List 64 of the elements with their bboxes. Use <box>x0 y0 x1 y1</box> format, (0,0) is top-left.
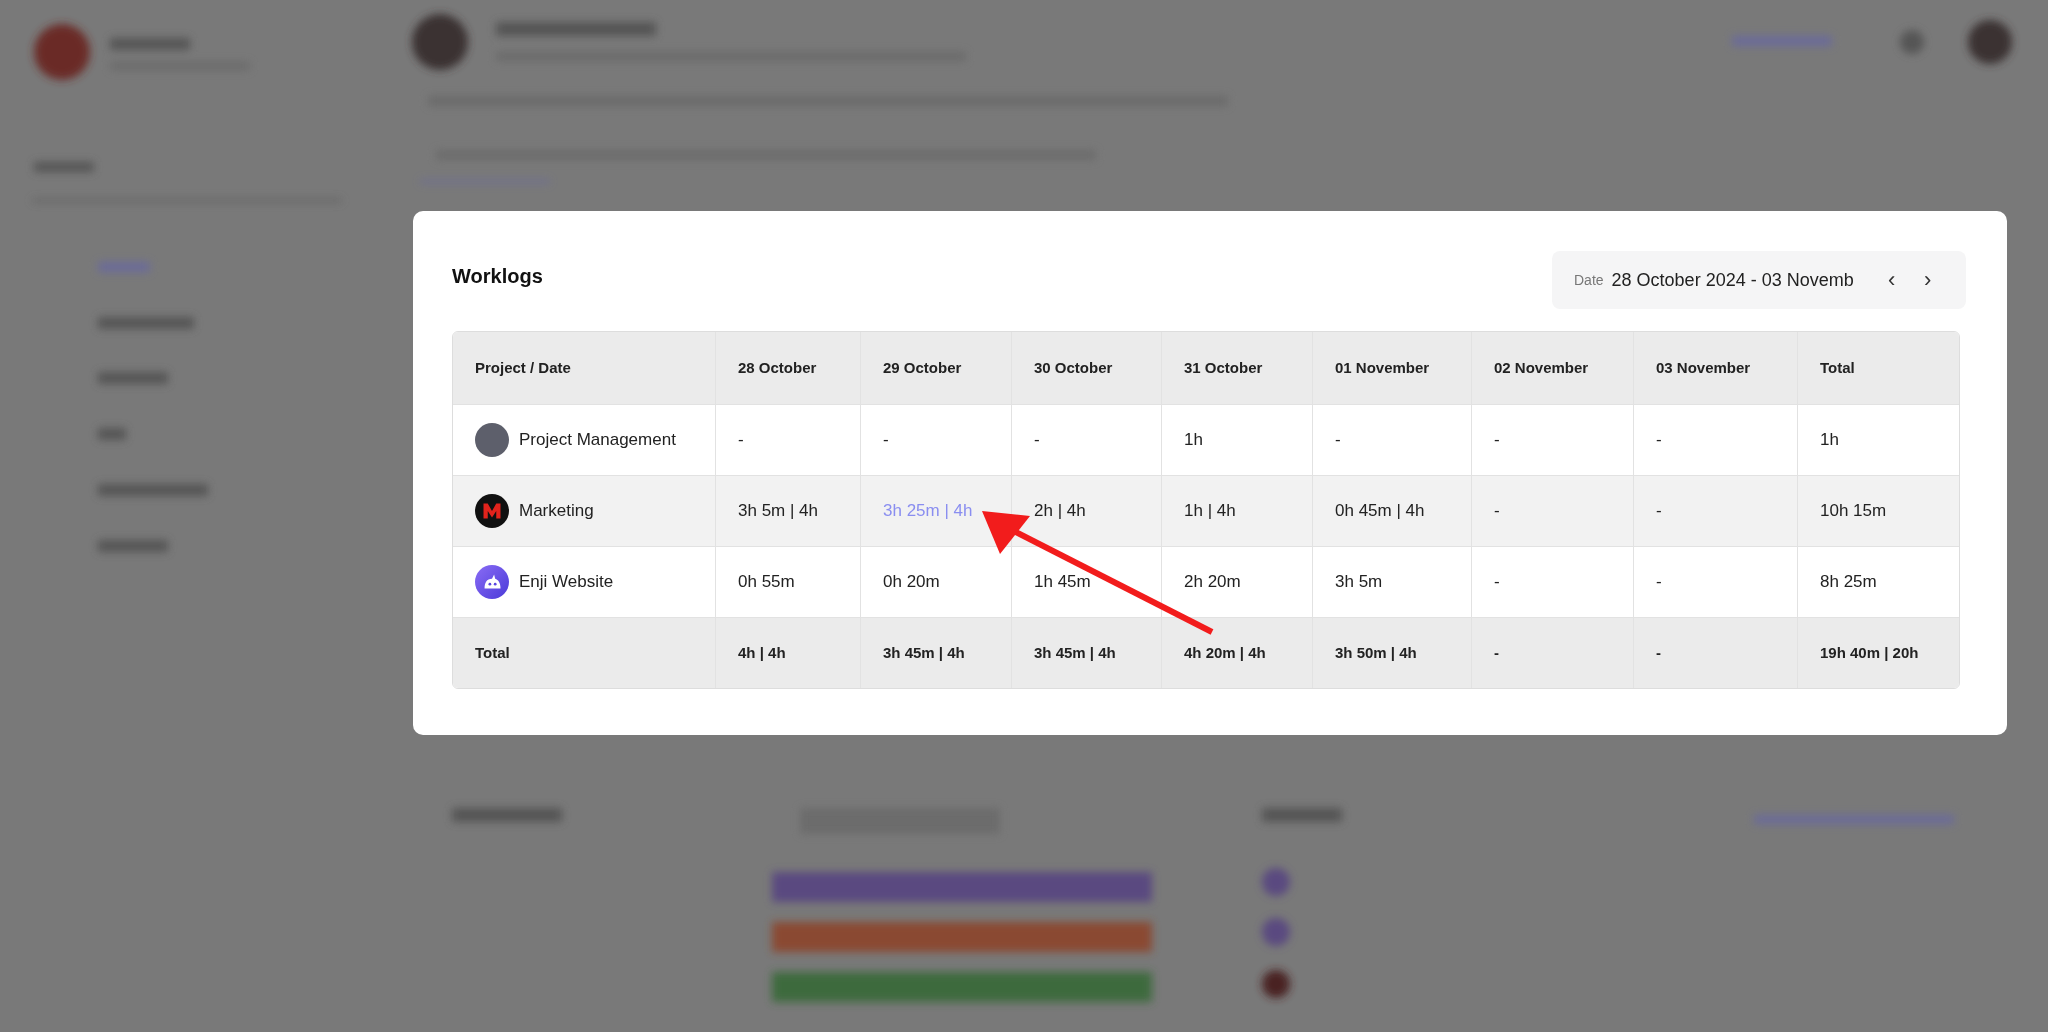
time-value: - <box>738 429 744 449</box>
table-row[interactable]: Marketing 3h 5m | 4h 3h 25m | 4h 2h | 4h 1h | 4h 0h 45m | 4h - - 10h 15m <box>453 475 1959 546</box>
blurred-avatar <box>1968 20 2012 64</box>
time-value: 2h 20m <box>1184 571 1241 591</box>
time-value: - <box>1656 429 1662 449</box>
project-name: Enji Website <box>519 571 614 592</box>
time-value: 1h 45m <box>1034 571 1091 591</box>
avatar-photo-placeholder <box>475 422 509 457</box>
time-value: 1h <box>1184 429 1203 449</box>
time-value: - <box>1656 571 1662 591</box>
time-value: 10h 15m <box>1820 500 1887 520</box>
total-value: 3h 45m | 4h <box>883 644 965 662</box>
total-value: 4h | 4h <box>738 644 786 662</box>
next-button[interactable]: › <box>1909 262 1946 298</box>
column-header: 29 October <box>860 332 1012 404</box>
column-header: 03 November <box>1633 332 1798 404</box>
column-header: 31 October <box>1161 332 1313 404</box>
time-value: 8h 25m <box>1820 571 1877 591</box>
cat-logo-icon <box>475 564 509 599</box>
time-value: - <box>1335 429 1341 449</box>
blurred-avatar <box>1262 868 1290 896</box>
table-row[interactable]: Project Management - - - 1h - - - 1h <box>453 404 1959 475</box>
date-range-field[interactable]: Date 28 October 2024 - 03 Novemb ‹ › <box>1552 251 1966 309</box>
total-value: 19h 40m | 20h <box>1820 644 1919 662</box>
project-name: Marketing <box>519 500 594 521</box>
time-value: - <box>1034 429 1040 449</box>
blurred-avatar <box>1262 918 1290 946</box>
time-value: - <box>1494 571 1500 591</box>
time-value: 1h <box>1820 429 1839 449</box>
panel-title: Worklogs <box>452 265 543 288</box>
column-header: Total <box>1797 332 1959 404</box>
total-label: Total <box>475 644 510 662</box>
column-header: 01 November <box>1312 332 1472 404</box>
time-value: 1h | 4h <box>1184 500 1236 520</box>
column-header: 02 November <box>1471 332 1634 404</box>
time-value: 0h 20m <box>883 571 940 591</box>
blurred-avatar <box>412 14 468 70</box>
column-header: Project / Date <box>453 332 716 404</box>
total-value: 3h 45m | 4h <box>1034 644 1116 662</box>
total-value: 4h 20m | 4h <box>1184 644 1266 662</box>
total-value: - <box>1656 644 1661 662</box>
blurred-text <box>98 540 168 552</box>
blurred-avatar <box>1262 970 1290 998</box>
time-value: 0h 55m <box>738 571 795 591</box>
time-value: 2h | 4h <box>1034 500 1086 520</box>
blurred-avatar <box>1900 30 1924 54</box>
blurred-text <box>98 428 126 440</box>
project-name: Project Management <box>519 429 676 450</box>
m-logo-icon <box>475 493 509 528</box>
previous-button[interactable]: ‹ <box>1873 262 1910 298</box>
total-value: - <box>1494 644 1499 662</box>
blurred-avatar <box>34 24 90 80</box>
column-header: 30 October <box>1011 332 1162 404</box>
time-value: 0h 45m | 4h <box>1335 500 1425 520</box>
time-value: - <box>1494 429 1500 449</box>
time-value: - <box>1494 500 1500 520</box>
time-value: - <box>1656 500 1662 520</box>
time-value: 3h 5m | 4h <box>738 500 819 520</box>
total-value: 3h 50m | 4h <box>1335 644 1417 662</box>
table-row[interactable]: Enji Website 0h 55m 0h 20m 1h 45m 2h 20m 3h 5m - - 8h 25m <box>453 546 1959 617</box>
time-value: 3h 5m <box>1335 571 1383 591</box>
blurred-text <box>98 372 168 384</box>
column-header: 28 October <box>715 332 861 404</box>
time-value: - <box>883 429 889 449</box>
